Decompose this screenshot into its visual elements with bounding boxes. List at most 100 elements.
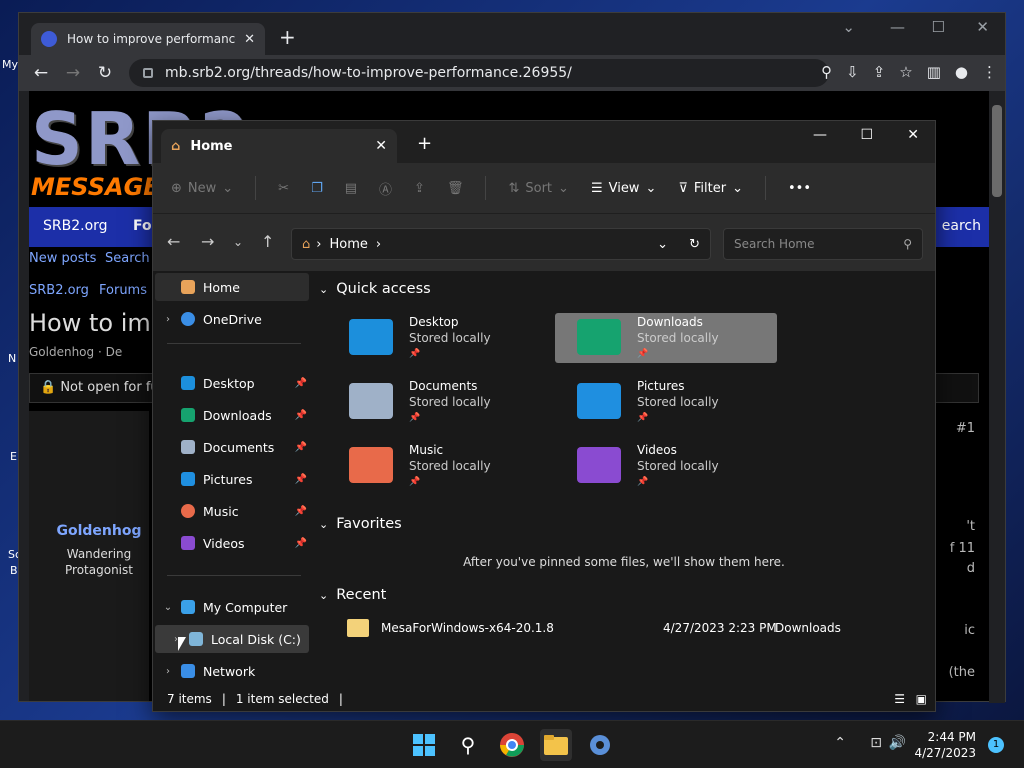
chrome-tab[interactable]: How to improve performance | SRB ✕ bbox=[31, 23, 265, 55]
quick-access-pictures[interactable]: Pictures Stored locally 📌 bbox=[555, 377, 777, 427]
folder-name: Documents bbox=[409, 379, 478, 393]
close-tab-icon[interactable]: ✕ bbox=[244, 32, 255, 47]
nav-item-onedrive[interactable]: › OneDrive bbox=[155, 305, 309, 333]
paste-icon[interactable]: ▤ bbox=[345, 181, 357, 196]
nav-item-desktop[interactable]: Desktop 📌 bbox=[155, 369, 309, 397]
notification-badge[interactable]: 1 bbox=[988, 737, 1004, 753]
nav-item-downloads[interactable]: Downloads 📌 bbox=[155, 401, 309, 429]
nav-search-link[interactable]: earch bbox=[942, 218, 981, 234]
pin-icon[interactable]: 📌 bbox=[295, 474, 307, 485]
star-icon[interactable]: ☆ bbox=[899, 63, 912, 81]
new-tab-icon[interactable]: + bbox=[417, 133, 432, 154]
crumb-forums[interactable]: Forums bbox=[99, 283, 147, 298]
recent-locations-icon[interactable]: ⌄ bbox=[233, 235, 243, 249]
sort-button[interactable]: ⇅ Sort ⌄ bbox=[508, 181, 568, 196]
pin-icon[interactable]: 📌 bbox=[295, 378, 307, 389]
start-icon[interactable] bbox=[408, 729, 440, 761]
settings-icon[interactable] bbox=[584, 729, 616, 761]
address-box[interactable]: ⌂ › Home › ⌄ ↻ bbox=[291, 228, 711, 260]
explorer-tab-home[interactable]: ⌂ Home ✕ bbox=[161, 129, 397, 163]
maximize-icon[interactable]: ☐ bbox=[932, 18, 945, 36]
zoom-icon[interactable]: ⚲ bbox=[821, 63, 832, 81]
nav-label: Local Disk (C:) bbox=[211, 631, 301, 647]
page-scrollbar-thumb[interactable] bbox=[992, 105, 1002, 197]
pin-icon[interactable]: 📌 bbox=[295, 538, 307, 549]
more-options-icon[interactable]: ••• bbox=[788, 181, 811, 196]
chevron-down-icon: ⌄ bbox=[319, 282, 329, 296]
nav-item-pictures[interactable]: Pictures 📌 bbox=[155, 465, 309, 493]
details-view-icon[interactable]: ☰ bbox=[894, 692, 905, 706]
show-hidden-icons-icon[interactable]: ⌃ bbox=[834, 735, 846, 751]
quick-access-downloads[interactable]: Downloads Stored locally 📌 bbox=[555, 313, 777, 363]
back-icon[interactable]: ← bbox=[167, 232, 180, 251]
cut-icon[interactable]: ✂ bbox=[278, 181, 289, 196]
breadcrumb-home[interactable]: Home bbox=[329, 237, 367, 252]
nav-item-my-computer[interactable]: ⌄ My Computer bbox=[155, 593, 309, 621]
filter-button[interactable]: ⊽ Filter ⌄ bbox=[678, 181, 743, 196]
section-quick-access[interactable]: ⌄ Quick access bbox=[319, 281, 431, 297]
delete-icon[interactable]: 🗑 bbox=[447, 181, 464, 196]
search-icon[interactable]: ⚲ bbox=[452, 729, 484, 761]
address-dropdown-icon[interactable]: ⌄ bbox=[657, 237, 668, 252]
forward-icon[interactable]: → bbox=[201, 232, 214, 251]
nav-item-music[interactable]: Music 📌 bbox=[155, 497, 309, 525]
refresh-icon[interactable]: ↻ bbox=[689, 237, 700, 252]
chevron-down-icon: ⌄ bbox=[645, 180, 657, 196]
new-button[interactable]: ⊕ New ⌄ bbox=[171, 181, 233, 196]
system-clock[interactable]: 2:44 PM 4/27/2023 bbox=[914, 729, 976, 761]
network-icon[interactable]: ⊡ bbox=[870, 735, 882, 751]
recent-file-row[interactable]: MesaForWindows-x64-20.1.8 4/27/2023 2:23… bbox=[341, 615, 931, 643]
new-tab-icon[interactable]: + bbox=[279, 25, 296, 49]
minimize-icon[interactable]: — bbox=[890, 18, 905, 36]
pin-icon[interactable]: 📌 bbox=[295, 506, 307, 517]
maximize-icon[interactable]: ☐ bbox=[860, 127, 873, 143]
tab-search-icon[interactable]: ⌄ bbox=[842, 18, 855, 36]
chevron-down-icon[interactable]: ⌄ bbox=[155, 602, 181, 613]
pin-icon[interactable]: 📌 bbox=[295, 410, 307, 421]
taskbar: ⚲ ⌃ ⊡ 🔊 2:44 PM 4/27/2023 1 bbox=[0, 720, 1024, 768]
quick-access-videos[interactable]: Videos Stored locally 📌 bbox=[555, 441, 777, 491]
share-icon[interactable]: ⇪ bbox=[873, 63, 886, 81]
file-explorer-icon[interactable] bbox=[540, 729, 572, 761]
tiles-view-icon[interactable]: ▣ bbox=[916, 692, 927, 706]
nav-home-link[interactable]: SRB2.org bbox=[43, 218, 108, 234]
cloud-icon bbox=[181, 312, 195, 326]
close-tab-icon[interactable]: ✕ bbox=[375, 138, 387, 154]
share-icon[interactable]: ⇪ bbox=[414, 181, 425, 196]
nav-item-home[interactable]: Home bbox=[155, 273, 309, 301]
quick-access-music[interactable]: Music Stored locally 📌 bbox=[321, 441, 543, 491]
up-icon[interactable]: ↑ bbox=[261, 232, 274, 251]
new-posts-link[interactable]: New posts bbox=[29, 251, 96, 266]
close-window-icon[interactable]: ✕ bbox=[907, 127, 919, 143]
sidebar-icon[interactable]: ▥ bbox=[927, 63, 941, 81]
menu-icon[interactable]: ⋮ bbox=[982, 63, 997, 81]
address-bar[interactable]: mb.srb2.org/threads/how-to-improve-perfo… bbox=[129, 59, 829, 87]
rename-icon[interactable]: Ⓐ bbox=[379, 179, 392, 198]
copy-icon[interactable]: ❐ bbox=[311, 181, 323, 196]
chrome-icon[interactable] bbox=[496, 729, 528, 761]
forward-icon[interactable]: → bbox=[57, 63, 89, 83]
nav-item-network[interactable]: › Network bbox=[155, 657, 309, 685]
close-window-icon[interactable]: ✕ bbox=[976, 18, 989, 36]
section-recent[interactable]: ⌄ Recent bbox=[319, 587, 386, 603]
back-icon[interactable]: ← bbox=[25, 63, 57, 83]
install-icon[interactable]: ⇩ bbox=[846, 63, 859, 81]
profile-icon[interactable]: ● bbox=[955, 63, 968, 81]
quick-access-documents[interactable]: Documents Stored locally 📌 bbox=[321, 377, 543, 427]
chevron-right-icon[interactable]: › bbox=[155, 314, 181, 325]
nav-item-documents[interactable]: Documents 📌 bbox=[155, 433, 309, 461]
quick-access-desktop[interactable]: Desktop Stored locally 📌 bbox=[321, 313, 543, 363]
section-favorites[interactable]: ⌄ Favorites bbox=[319, 516, 402, 532]
nav-forums-link[interactable]: Fo bbox=[133, 218, 152, 234]
nav-item-videos[interactable]: Videos 📌 bbox=[155, 529, 309, 557]
post-number[interactable]: #1 bbox=[956, 421, 975, 436]
pin-icon[interactable]: 📌 bbox=[295, 442, 307, 453]
minimize-icon[interactable]: — bbox=[813, 127, 827, 143]
view-button[interactable]: ☰ View ⌄ bbox=[591, 181, 656, 196]
search-input[interactable]: Search Home ⚲ bbox=[723, 228, 923, 260]
volume-icon[interactable]: 🔊 bbox=[889, 735, 906, 751]
reload-icon[interactable]: ↻ bbox=[89, 63, 121, 83]
crumb-home[interactable]: SRB2.org bbox=[29, 283, 89, 298]
chevron-right-icon[interactable]: › bbox=[155, 666, 181, 677]
post-username[interactable]: Goldenhog bbox=[29, 523, 169, 539]
